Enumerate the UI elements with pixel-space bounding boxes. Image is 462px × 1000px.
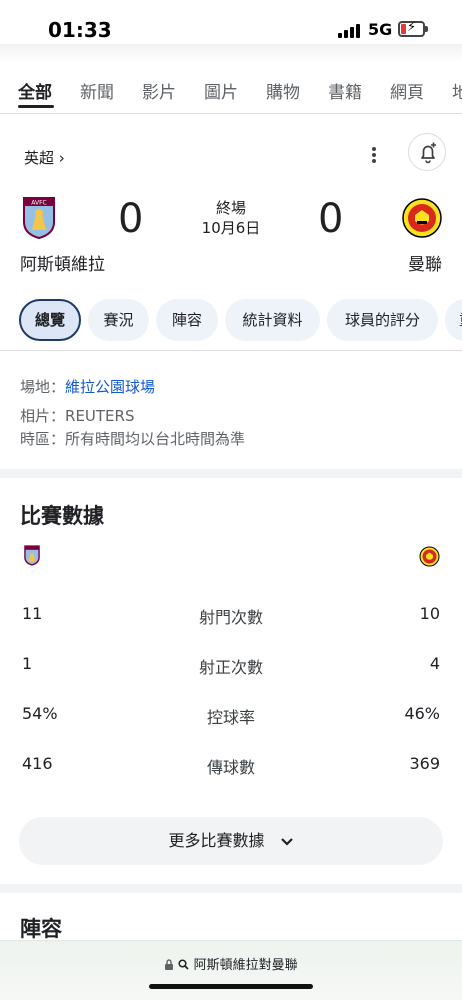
battery-icon: ⚡ bbox=[398, 20, 428, 37]
home-team-crest[interactable]: AVFC bbox=[22, 196, 56, 244]
final-label: 終場 bbox=[215, 199, 246, 217]
stat-away-value: 4 bbox=[429, 654, 440, 673]
network-type: 5G bbox=[368, 20, 393, 39]
tab-shopping[interactable]: 購物 bbox=[266, 78, 300, 103]
match-stats-title: 比賽數據 bbox=[20, 504, 104, 528]
timezone-value: 所有時間均以台北時間為準 bbox=[65, 430, 246, 448]
more-stats-label: 更多比賽數據 bbox=[168, 831, 265, 850]
active-tab-indicator bbox=[18, 105, 54, 108]
away-team-name[interactable]: 曼聯 bbox=[408, 250, 442, 275]
stat-away-value: 10 bbox=[419, 604, 440, 623]
search-icon bbox=[178, 958, 193, 973]
chevron-down-icon bbox=[280, 818, 294, 866]
photo-credit-row: 相片：REUTERS bbox=[20, 405, 134, 426]
home-score: 0 bbox=[118, 196, 144, 242]
timezone-row: 時區：所有時間均以台北時間為準 bbox=[20, 428, 245, 449]
venue-label: 場地： bbox=[20, 378, 66, 396]
home-team-name[interactable]: 阿斯頓維拉 bbox=[20, 250, 105, 275]
match-sections: 總覽 賽況 陣容 統計資料 球員的評分 重 bbox=[0, 299, 462, 345]
address-text: 阿斯頓維拉對曼聯 bbox=[193, 958, 298, 973]
address-bar[interactable]: 阿斯頓維拉對曼聯 bbox=[0, 940, 462, 1000]
stat-row-shots: 11 射門次數 10 bbox=[0, 604, 462, 628]
tab-maps[interactable]: 地 bbox=[452, 78, 462, 103]
chip-stats[interactable]: 統計資料 bbox=[225, 299, 320, 341]
tab-books[interactable]: 書籍 bbox=[328, 78, 362, 103]
away-score: 0 bbox=[318, 196, 344, 242]
more-vert-icon[interactable] bbox=[365, 140, 383, 168]
tab-images[interactable]: 圖片 bbox=[204, 78, 238, 103]
stat-row-passes: 416 傳球數 369 bbox=[0, 754, 462, 778]
chip-more[interactable]: 重 bbox=[445, 299, 462, 341]
page: 01:33 5G ⚡ 全部 新聞 影片 圖片 購物 書籍 網頁 地 英超 › A… bbox=[0, 0, 462, 1000]
home-indicator[interactable] bbox=[149, 984, 313, 989]
match-status: 終場 10月6日 bbox=[190, 198, 272, 238]
more-stats-button[interactable]: 更多比賽數據 bbox=[19, 817, 443, 865]
away-team-crest[interactable] bbox=[401, 197, 443, 243]
chip-player-ratings[interactable]: 球員的評分 bbox=[327, 299, 438, 341]
lock-icon bbox=[164, 958, 178, 973]
stat-label: 傳球數 bbox=[206, 758, 255, 777]
chip-commentary[interactable]: 賽況 bbox=[88, 299, 149, 341]
photo-credit: REUTERS bbox=[65, 407, 135, 425]
stat-label: 射門次數 bbox=[198, 608, 263, 627]
status-time: 01:33 bbox=[48, 18, 112, 42]
stat-label: 控球率 bbox=[206, 708, 255, 727]
home-badge-text: AVFC bbox=[31, 200, 46, 207]
venue-link[interactable]: 維拉公園球場 bbox=[65, 378, 155, 396]
status-bar: 01:33 5G ⚡ bbox=[0, 0, 462, 62]
tab-all[interactable]: 全部 bbox=[18, 78, 52, 103]
tab-news[interactable]: 新聞 bbox=[80, 78, 114, 103]
tab-web[interactable]: 網頁 bbox=[390, 78, 424, 103]
stat-row-shots-on-target: 1 射正次數 4 bbox=[0, 654, 462, 678]
home-crest-small bbox=[24, 545, 40, 570]
venue-row: 場地：維拉公園球場 bbox=[20, 376, 155, 397]
stat-away-value: 369 bbox=[409, 754, 440, 773]
match-date: 10月6日 bbox=[201, 219, 261, 237]
lineups-title: 陣容 bbox=[20, 917, 62, 941]
chip-overview[interactable]: 總覽 bbox=[19, 299, 81, 341]
search-tabs: 全部 新聞 影片 圖片 購物 書籍 網頁 地 bbox=[0, 70, 462, 110]
stat-label: 射正次數 bbox=[198, 658, 263, 677]
stat-row-possession: 54% 控球率 46% bbox=[0, 704, 462, 728]
timezone-label: 時區： bbox=[20, 430, 66, 448]
league-link[interactable]: 英超 › bbox=[24, 147, 65, 168]
away-crest-small bbox=[419, 546, 440, 571]
chip-lineups[interactable]: 陣容 bbox=[156, 299, 218, 341]
tab-videos[interactable]: 影片 bbox=[142, 78, 176, 103]
bell-add-icon[interactable] bbox=[408, 133, 446, 171]
stat-away-value: 46% bbox=[404, 704, 440, 723]
signal-icon bbox=[338, 24, 362, 38]
photo-label: 相片： bbox=[20, 407, 66, 425]
